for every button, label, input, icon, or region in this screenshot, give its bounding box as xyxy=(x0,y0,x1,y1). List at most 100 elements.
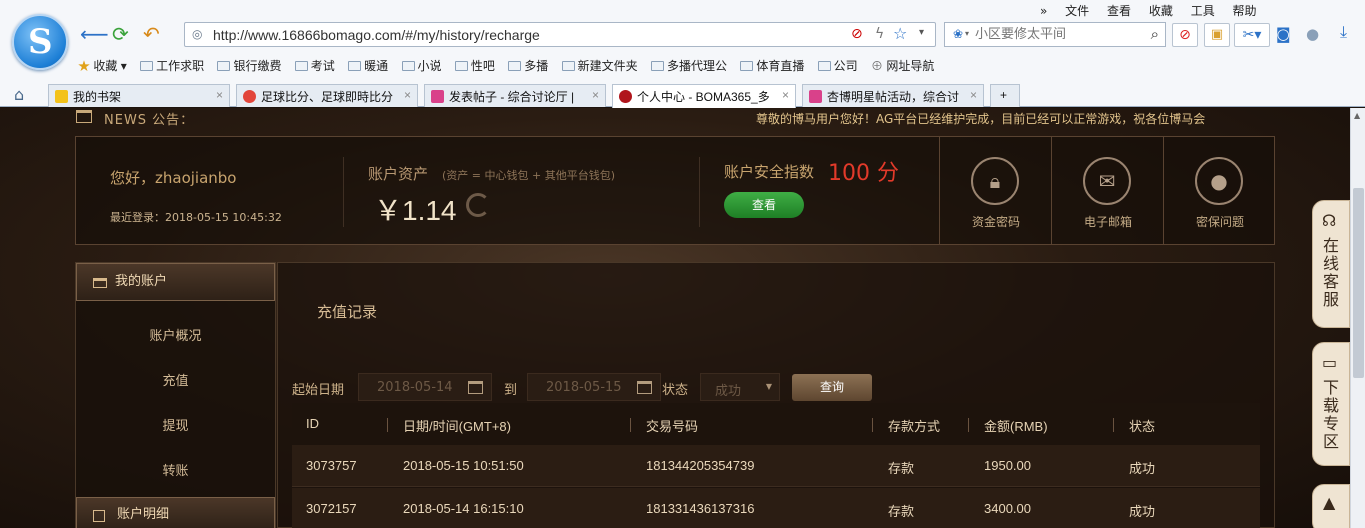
security-question-button[interactable]: ● 密保问题 xyxy=(1163,137,1275,244)
calendar-icon[interactable] xyxy=(468,381,483,394)
tab-score[interactable]: 足球比分、足球即時比分 × xyxy=(236,84,418,107)
folder-icon xyxy=(561,61,575,71)
tab-star-event[interactable]: 杏博明星帖活动，综合讨 × xyxy=(802,84,984,107)
bookmark-folder[interactable]: 考试 xyxy=(294,57,335,74)
more-icon[interactable]: ● xyxy=(1306,25,1319,43)
close-icon[interactable]: × xyxy=(970,88,977,102)
sidebar-item-withdraw[interactable]: 提现 xyxy=(76,415,275,434)
sidebar-section-details[interactable]: 账户明细 xyxy=(76,497,275,528)
address-bar[interactable]: ◎ http://www.16866bomago.com/#/my/histor… xyxy=(184,22,936,47)
menu-view[interactable]: 查看 xyxy=(1107,4,1131,18)
fund-password-button[interactable]: 🔒︎ 资金密码 xyxy=(939,137,1051,244)
star-icon[interactable]: ☆ xyxy=(893,24,907,43)
divider xyxy=(343,157,344,227)
new-tab-button[interactable]: + xyxy=(990,84,1020,107)
search-box[interactable]: ❀ ▾ ⌕ xyxy=(944,22,1166,47)
tab-bookshelf[interactable]: 我的书架 × xyxy=(48,84,230,107)
undo-icon[interactable]: ↶ xyxy=(143,23,160,45)
bookmark-folder[interactable]: 性吧 xyxy=(454,57,495,74)
sidebar-section-my-account[interactable]: 我的账户 xyxy=(76,263,275,301)
shield-icon: ◎ xyxy=(192,27,203,41)
start-date-input[interactable]: 2018-05-14 xyxy=(358,373,492,401)
news-label: NEWS 公告： xyxy=(104,113,195,128)
bookmark-folder[interactable]: 体育直播 xyxy=(740,57,804,74)
announcement-icon xyxy=(76,110,92,123)
tab-bar: ⌂ 我的书架 × 足球比分、足球即時比分 × 发表帖子 - 综合讨论厅 | × 个人中… xyxy=(0,82,1365,108)
email-button[interactable]: ✉ 电子邮箱 xyxy=(1051,137,1163,244)
menu-favorites[interactable]: 收藏 xyxy=(1149,4,1173,18)
sidebar-item-deposit[interactable]: 充值 xyxy=(76,370,275,389)
col-status: 状态 xyxy=(1129,419,1156,434)
tab-forum[interactable]: 发表帖子 - 综合讨论厅 | × xyxy=(424,84,606,107)
page-scrollbar[interactable]: ▲ xyxy=(1350,108,1365,528)
sidebar-item-overview[interactable]: 账户概况 xyxy=(76,325,275,344)
screenshot-icon[interactable]: ◙ xyxy=(1276,25,1291,43)
menu-file[interactable]: 文件 xyxy=(1065,4,1089,18)
scroll-up-icon[interactable]: ▲ xyxy=(1354,111,1360,120)
adblock-icon[interactable]: ⊘ xyxy=(1172,23,1198,47)
address-text[interactable]: http://www.16866bomago.com/#/my/history/… xyxy=(213,27,540,43)
calculator-icon xyxy=(93,510,105,522)
favicon-icon xyxy=(243,90,256,103)
start-date-label: 起始日期 xyxy=(292,383,345,398)
back-icon[interactable]: ⟵ xyxy=(80,23,109,45)
sidebar-toggle-icon[interactable]: ▣ xyxy=(1204,23,1230,47)
view-security-button[interactable]: 查看 xyxy=(724,192,804,218)
search-icon[interactable]: ⌕ xyxy=(1151,25,1159,43)
search-engine-chevron-icon[interactable]: ▾ xyxy=(965,29,969,38)
refresh-icon[interactable]: ⟳ xyxy=(112,23,129,45)
cell-id: 3072157 xyxy=(306,501,357,516)
table-header: ID 日期/时间(GMT+8) 交易号码 存款方式 金额(RMB) 状态 xyxy=(292,403,1260,445)
search-input[interactable] xyxy=(975,26,1135,41)
bookmark-favorites[interactable]: ★ 收藏 ▾ xyxy=(78,57,127,74)
globe-icon: ⊕ xyxy=(871,59,884,73)
bookmark-folder[interactable]: 新建文件夹 xyxy=(561,57,638,74)
menu-tools[interactable]: 工具 xyxy=(1191,4,1215,18)
block-icon[interactable]: ⊘ xyxy=(851,26,863,42)
bookmark-folder[interactable]: 银行缴费 xyxy=(217,57,281,74)
download-icon[interactable]: ⤓ xyxy=(1340,22,1347,42)
rocket-icon: ▲ xyxy=(1323,493,1336,512)
bookmark-folder[interactable]: 多播 xyxy=(508,57,548,74)
bookmark-folder[interactable]: 小说 xyxy=(401,57,442,74)
bookmark-nav[interactable]: ⊕ 网址导航 xyxy=(871,57,934,74)
bookmark-folder[interactable]: 公司 xyxy=(817,57,858,74)
bookmark-folder[interactable]: 工作求职 xyxy=(140,57,204,74)
end-date-input[interactable]: 2018-05-15 xyxy=(527,373,661,401)
refresh-balance-icon[interactable] xyxy=(466,193,490,217)
bookmark-folder[interactable]: 多播代理公 xyxy=(650,57,727,74)
rocket-button[interactable]: ▲ xyxy=(1312,484,1350,528)
menu-help[interactable]: 帮助 xyxy=(1233,4,1257,18)
cell-status: 成功 xyxy=(1129,504,1156,519)
folder-icon xyxy=(217,61,231,71)
tab-personal-center[interactable]: 个人中心 - BOMA365_多 × xyxy=(612,84,796,108)
online-service-button[interactable]: ☊ 在线客服 xyxy=(1312,200,1350,328)
query-button[interactable]: 查询 xyxy=(792,374,872,401)
menu-more-icon[interactable]: » xyxy=(1040,4,1047,18)
bolt-icon[interactable]: ϟ xyxy=(875,26,884,42)
calendar-icon[interactable] xyxy=(637,381,652,394)
folder-icon xyxy=(294,61,308,71)
sidebar: 我的账户 账户概况 充值 提现 转账 账户明细 xyxy=(75,262,276,528)
bookmark-folder[interactable]: 暖通 xyxy=(348,57,388,74)
close-icon[interactable]: × xyxy=(404,88,411,102)
download-area-button[interactable]: ▭ 下载专区 xyxy=(1312,342,1350,466)
chevron-down-icon[interactable]: ▾ xyxy=(919,27,924,38)
news-ticker: 尊敬的博马用户您好！AG平台已经维护完成，目前已经可以正常游戏，祝各位博马会 xyxy=(756,112,1206,126)
scroll-thumb[interactable] xyxy=(1353,188,1364,378)
tools-icon[interactable]: ✂▾ xyxy=(1234,23,1270,47)
close-icon[interactable]: × xyxy=(216,88,223,102)
close-icon[interactable]: × xyxy=(782,88,789,102)
home-icon[interactable]: ⌂ xyxy=(14,85,24,104)
filter-bar: 起始日期 2018-05-14 到 2018-05-15 状态 成功 ▼ 查询 xyxy=(292,373,892,401)
news-bar: NEWS 公告： 尊敬的博马用户您好！AG平台已经维护完成，目前已经可以正常游戏… xyxy=(0,108,1350,128)
folder-icon xyxy=(348,61,362,71)
table-row: 3073757 2018-05-15 10:51:50 181344205354… xyxy=(292,445,1260,487)
sidebar-item-transfer[interactable]: 转账 xyxy=(76,460,275,479)
close-icon[interactable]: × xyxy=(592,88,599,102)
folder-icon xyxy=(650,61,664,71)
browser-logo[interactable]: S xyxy=(12,14,68,70)
status-select[interactable]: 成功 ▼ xyxy=(700,373,780,401)
security-question-label: 密保问题 xyxy=(1195,215,1244,229)
favicon-icon xyxy=(619,90,632,103)
